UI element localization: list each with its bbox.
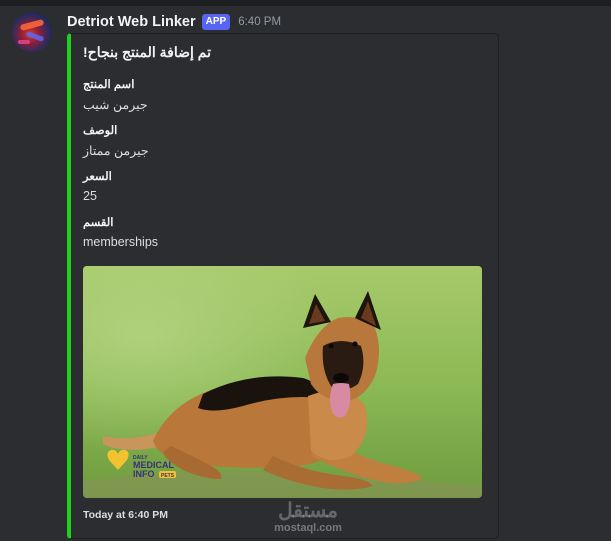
logo-tag: PETS [161,473,175,479]
app-badge: APP [201,14,231,30]
field-value-description: جيرمن ممتاز [83,144,149,158]
watermark-url: mostaql.com [274,522,342,534]
username[interactable]: Detriot Web Linker [67,14,196,30]
field-value-category: memberships [83,235,159,249]
message-header: Detriot Web Linker APP 6:40 PM [67,12,281,32]
avatar-art [19,18,45,32]
chat-message: Detriot Web Linker APP 6:40 PM تم إضافة … [0,6,611,541]
field-name-price: السعر [83,171,112,183]
german-shepherd-photo: DAILY MEDICAL INFO PETS [83,266,482,498]
logo-text-3: INFO [133,469,155,479]
bot-avatar[interactable] [12,12,52,52]
embed-image[interactable]: DAILY MEDICAL INFO PETS [83,266,482,498]
field-name-description: الوصف [83,125,118,137]
watermark-logo: مستقل [278,500,338,522]
embed-title: تم إضافة المنتج بنجاح! [83,44,211,60]
avatar-art [18,40,30,44]
message-timestamp[interactable]: 6:40 PM [238,16,281,28]
embed-footer-timestamp: Today at 6:40 PM [83,509,168,521]
field-value-price: 25 [83,189,97,203]
embed-card: تم إضافة المنتج بنجاح! اسم المنتج جيرمن … [67,33,499,539]
field-name-product: اسم المنتج [83,79,135,91]
field-value-product: جيرمن شيب [83,98,148,112]
field-name-category: القسم [83,217,114,229]
